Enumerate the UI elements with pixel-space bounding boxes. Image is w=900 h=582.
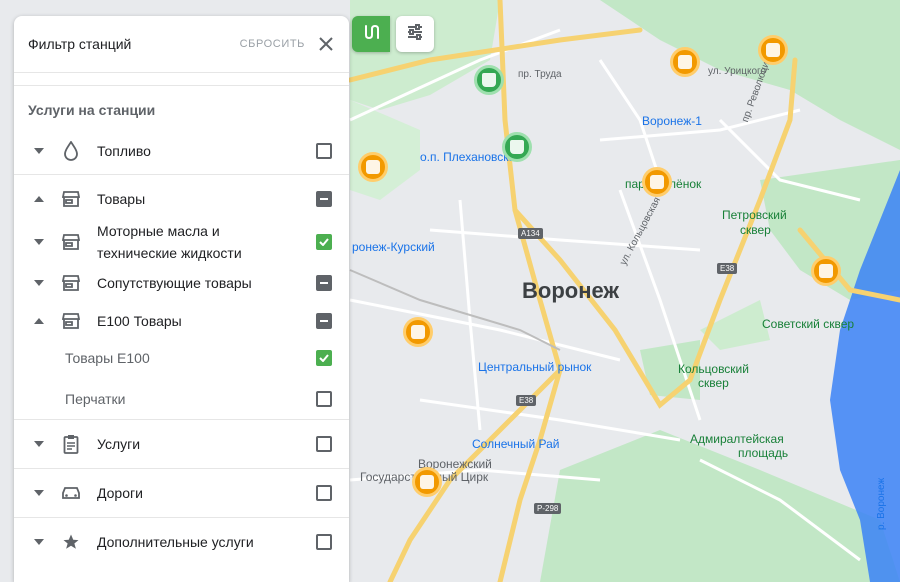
map-park-label: Петровский (722, 208, 787, 222)
e100-station-marker[interactable] (502, 132, 532, 162)
fuel-station-marker[interactable] (403, 317, 433, 347)
reset-button[interactable]: СБРОСИТЬ (240, 38, 305, 50)
filter-row-roads[interactable]: Дороги (14, 468, 349, 517)
chevron-down-icon[interactable] (31, 534, 47, 550)
chevron-down-icon[interactable] (31, 436, 47, 452)
road-shield: Р-298 (534, 503, 562, 514)
map-street-label: пр. Труда (518, 69, 562, 80)
fuel-station-marker[interactable] (358, 152, 388, 182)
clipboard-icon (60, 433, 82, 455)
fuel-station-marker[interactable] (811, 256, 841, 286)
map-poi-label: Центральный рынок (478, 360, 592, 374)
road-shield: Е38 (516, 395, 537, 406)
chevron-down-icon[interactable] (31, 234, 47, 250)
star-icon (60, 531, 82, 553)
checkbox[interactable] (316, 534, 332, 550)
map-park-label: сквер (740, 223, 771, 237)
filter-label: Перчатки (65, 391, 126, 407)
filter-label: Дороги (97, 485, 143, 501)
filter-row-extra-services[interactable]: Дополнительные услуги (14, 517, 349, 566)
filter-subrow-gloves[interactable]: Перчатки (14, 379, 349, 419)
filter-subrow-e100-goods[interactable]: Товары E100 (14, 337, 349, 379)
drop-icon (60, 140, 82, 162)
tune-icon (406, 23, 424, 46)
filter-row-e100-goods[interactable]: E100 Товары (14, 305, 349, 337)
store-icon (60, 310, 82, 332)
map-poi-label: Солнечный Рай (472, 437, 560, 451)
map-park-label: Адмиралтейская (690, 432, 784, 446)
e100-station-marker[interactable] (474, 65, 504, 95)
checkbox[interactable] (316, 313, 332, 329)
filter-label: Моторные масла и технические жидкости (97, 223, 242, 261)
checkbox[interactable] (316, 350, 332, 366)
road-shield: А134 (518, 228, 543, 239)
map-station-label: Воронеж-1 (642, 114, 702, 128)
filter-panel: Фильтр станций СБРОСИТЬ Услуги на станци… (14, 16, 349, 582)
section-title: Услуги на станции (28, 102, 156, 118)
checkbox[interactable] (316, 191, 332, 207)
map-park-label: Кольцовский (678, 362, 749, 376)
filter-label: Топливо (97, 143, 151, 159)
filter-label: Сопутствующие товары (97, 275, 252, 291)
filter-label: Товары E100 (65, 350, 150, 366)
filter-row-motor-oils[interactable]: Моторные масла и технические жидкости (14, 223, 349, 261)
filter-row-related-goods[interactable]: Сопутствующие товары (14, 261, 349, 305)
checkbox[interactable] (316, 391, 332, 407)
panel-header: Фильтр станций СБРОСИТЬ (14, 16, 349, 73)
checkbox[interactable] (316, 436, 332, 452)
checkbox[interactable] (316, 234, 332, 250)
road-shield: Е38 (717, 263, 738, 274)
checkbox[interactable] (316, 143, 332, 159)
chevron-down-icon[interactable] (31, 275, 47, 291)
route-button[interactable] (352, 16, 390, 52)
city-label: Воронеж (522, 278, 620, 303)
chevron-up-icon[interactable] (31, 313, 47, 329)
river-label: р. Воронеж (876, 477, 887, 530)
filter-row-services[interactable]: Услуги (14, 419, 349, 468)
map-station-label: ронеж-Курский (352, 240, 435, 254)
filter-row-goods[interactable]: Товары (14, 174, 349, 223)
store-icon (60, 272, 82, 294)
filter-label: Дополнительные услуги (97, 534, 254, 550)
store-icon (60, 188, 82, 210)
chevron-up-icon[interactable] (31, 191, 47, 207)
checkbox[interactable] (316, 275, 332, 291)
panel-title: Фильтр станций (28, 36, 132, 52)
filter-label: E100 Товары (97, 313, 182, 329)
route-icon (362, 23, 380, 46)
map-park-label: сквер (698, 376, 729, 390)
chevron-down-icon[interactable] (31, 485, 47, 501)
checkbox[interactable] (316, 485, 332, 501)
fuel-station-marker[interactable] (758, 35, 788, 65)
fuel-station-marker[interactable] (670, 47, 700, 77)
filter-settings-button[interactable] (396, 16, 434, 52)
close-icon[interactable] (317, 35, 335, 53)
fuel-station-marker[interactable] (642, 167, 672, 197)
store-icon (60, 231, 82, 253)
filter-label: Услуги (97, 436, 141, 452)
fuel-station-marker[interactable] (412, 467, 442, 497)
car-icon (60, 482, 82, 504)
filter-label: Товары (97, 191, 146, 207)
filter-row-fuel[interactable]: Топливо (14, 128, 349, 174)
map-park-label: площадь (738, 446, 789, 460)
map-park-label: Советский сквер (762, 317, 855, 331)
chevron-down-icon[interactable] (31, 143, 47, 159)
